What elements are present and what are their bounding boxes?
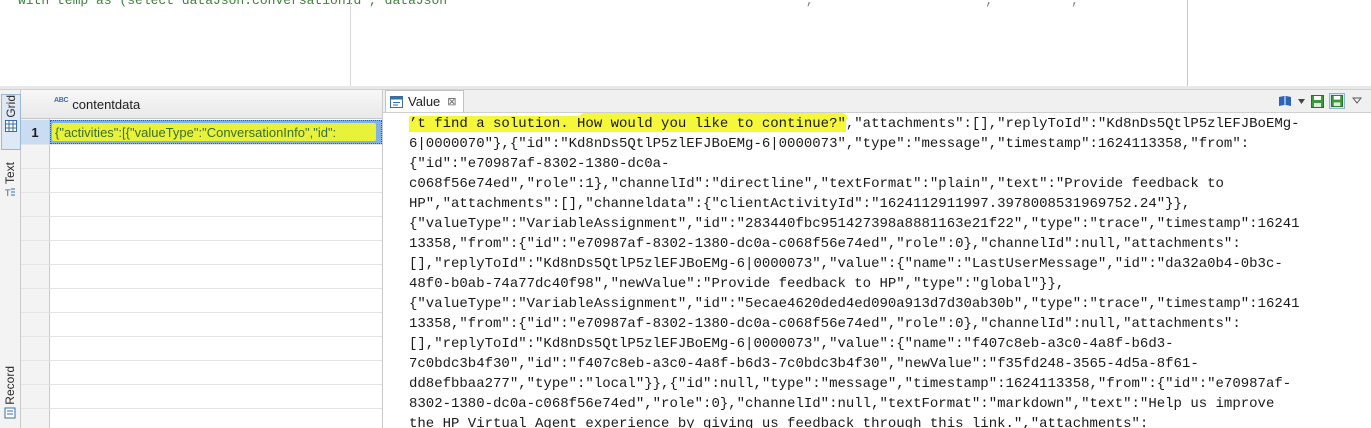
value-text-segment: 7c0bdc3b4f30","id":"f407c8eb-a3c0-4a8f-b…	[409, 356, 1199, 372]
row-divider	[21, 360, 382, 361]
row-divider	[21, 144, 382, 145]
row-divider	[21, 336, 382, 337]
row-divider	[21, 240, 382, 241]
tab-record[interactable]: Record	[1, 366, 19, 428]
value-text-segment: 48f0-b0ab-74a77dc40f98","newValue":"Prov…	[409, 276, 1065, 292]
value-text-segment: [],"replyToId":"Kd8nDs5QtlP5zlEFJBoEMg-6…	[409, 336, 1174, 352]
row-divider	[21, 408, 382, 409]
value-text-segment: 13358,"from":{"id":"e70987af-8302-1380-d…	[409, 316, 1241, 332]
value-text-line: {"id":"e70987af-8302-1380-dc0a-	[409, 154, 1369, 174]
value-text-line: the HP Virtual Agent experience by givin…	[409, 414, 1369, 428]
value-viewer-panel[interactable]: Value ⊠ ’t find a solution. How would yo…	[383, 90, 1371, 428]
value-text-segment: the HP Virtual Agent experience by givin…	[409, 416, 1149, 428]
sql-editor-line: with temp as (select dataJson.conversati…	[18, 0, 1079, 8]
value-text-line: HP","attachments":[],"channeldata":{"cli…	[409, 194, 1369, 214]
value-text-line: {"valueType":"VariableAssignment","id":"…	[409, 214, 1369, 234]
results-grid[interactable]: ABC contentdata 1 {"activities":[{"value…	[21, 90, 383, 428]
value-text-line: 6|0000070"},{"id":"Kd8nDs5QtlP5zlEFJBoEM…	[409, 134, 1369, 154]
save-pressed-icon[interactable]	[1329, 93, 1345, 109]
book-icon[interactable]	[1277, 93, 1293, 109]
row-number[interactable]: 1	[21, 120, 49, 144]
grid-cell-value: {"activities":[{"valueType":"Conversatio…	[55, 125, 337, 140]
tab-value-label: Value	[408, 94, 441, 109]
value-text-segment: {"valueType":"VariableAssignment","id":"…	[409, 296, 1300, 312]
value-text-line: c068f56e74ed","role":1},"channelId":"dir…	[409, 174, 1369, 194]
close-icon[interactable]: ⊠	[447, 95, 456, 108]
value-text-line: ’t find a solution. How would you like t…	[409, 114, 1369, 134]
value-window-icon	[390, 95, 403, 108]
result-view-tabs: Grid Text T Record	[0, 90, 21, 428]
value-text-line: 8302-1380-dc0a-c068f56e74ed","role":0},"…	[409, 394, 1369, 414]
value-text-segment: c068f56e74ed","role":1},"channelId":"dir…	[409, 176, 1224, 192]
value-text-segment: [],"replyToId":"Kd8nDs5QtlP5zlEFJBoEMg-6…	[409, 256, 1283, 272]
value-text-line: [],"replyToId":"Kd8nDs5QtlP5zlEFJBoEMg-6…	[409, 334, 1369, 354]
tab-grid[interactable]: Grid	[1, 94, 21, 150]
value-text-segment: 6|0000070"},{"id":"Kd8nDs5QtlP5zlEFJBoEM…	[409, 136, 1250, 152]
chevron-down-icon[interactable]	[1297, 93, 1305, 109]
grid-icon	[5, 119, 17, 132]
column-header-contentdata[interactable]: ABC contentdata	[54, 90, 140, 118]
row-divider	[21, 384, 382, 385]
record-icon	[4, 407, 16, 419]
row-divider	[21, 216, 382, 217]
svg-text:T: T	[4, 189, 11, 198]
value-text-segment: ,"attachments":[],"replyToId":"Kd8nDs5Qt…	[845, 116, 1300, 132]
value-text-line: dd8efbbaa277","type":"local"}},{"id":nul…	[409, 374, 1369, 394]
sql-editor[interactable]: with temp as (select dataJson.conversati…	[0, 0, 1188, 86]
tab-text[interactable]: Text T	[1, 162, 19, 214]
tab-value[interactable]: Value ⊠	[385, 90, 464, 112]
value-text-segment: dd8efbbaa277","type":"local"}},{"id":nul…	[409, 376, 1292, 392]
value-text-line: 13358,"from":{"id":"e70987af-8302-1380-d…	[409, 234, 1369, 254]
value-text-segment: {"id":"e70987af-8302-1380-dc0a-	[409, 156, 670, 172]
view-menu-icon[interactable]	[1349, 93, 1365, 109]
value-text-line: 48f0-b0ab-74a77dc40f98","newValue":"Prov…	[409, 274, 1369, 294]
value-toolbar	[1277, 93, 1365, 109]
row-divider	[21, 192, 382, 193]
value-text-line: 7c0bdc3b4f30","id":"f407c8eb-a3c0-4a8f-b…	[409, 354, 1369, 374]
row-divider	[21, 168, 382, 169]
row-divider	[21, 264, 382, 265]
value-text-segment: 13358,"from":{"id":"e70987af-8302-1380-d…	[409, 236, 1241, 252]
value-tab-bar: Value ⊠	[383, 90, 1371, 113]
row-divider	[21, 312, 382, 313]
row-divider	[21, 288, 382, 289]
string-type-icon: ABC	[54, 96, 69, 104]
text-icon: T	[4, 188, 15, 198]
value-text-line: {"valueType":"VariableAssignment","id":"…	[409, 294, 1369, 314]
value-text-segment: HP","attachments":[],"channeldata":{"cli…	[409, 196, 1191, 212]
column-header-label: contentdata	[72, 96, 141, 112]
value-text-area[interactable]: ’t find a solution. How would you like t…	[409, 114, 1369, 428]
value-text-segment: {"valueType":"VariableAssignment","id":"…	[409, 216, 1300, 232]
value-text-line: [],"replyToId":"Kd8nDs5QtlP5zlEFJBoEMg-6…	[409, 254, 1369, 274]
grid-cell-selected[interactable]: {"activities":[{"valueType":"Conversatio…	[50, 120, 382, 144]
editor-split-divider[interactable]	[350, 0, 351, 86]
editor-side-area	[1188, 0, 1371, 86]
value-text-segment: 8302-1380-dc0a-c068f56e74ed","role":0},"…	[409, 396, 1275, 412]
value-text-line: 13358,"from":{"id":"e70987af-8302-1380-d…	[409, 314, 1369, 334]
save-green-icon[interactable]	[1309, 93, 1325, 109]
highlighted-text: ’t find a solution. How would you like t…	[409, 116, 846, 132]
